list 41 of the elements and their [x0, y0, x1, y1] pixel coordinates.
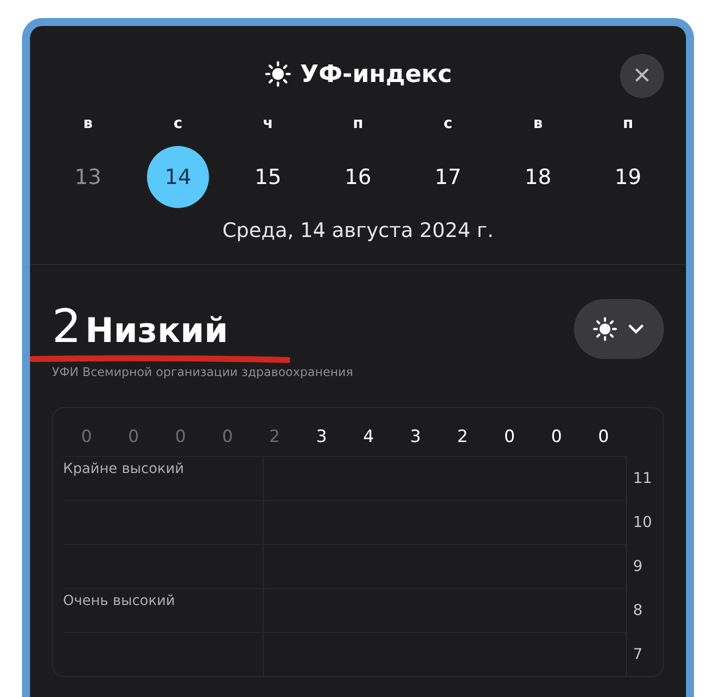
hourly-value: 3	[316, 427, 327, 447]
weekday-label: в	[83, 114, 93, 132]
hourly-value: 2	[269, 427, 280, 447]
hourly-value: 0	[504, 427, 515, 447]
hourly-value: 0	[81, 427, 92, 447]
axis-tick: 11	[632, 469, 654, 487]
hourly-value: 0	[128, 427, 139, 447]
hourly-value: 2	[457, 427, 468, 447]
hourly-value: 0	[598, 427, 609, 447]
uv-level: Низкий	[85, 311, 228, 351]
sun-icon	[264, 60, 292, 88]
hourly-value: 3	[410, 427, 421, 447]
weekday-label: п	[622, 114, 634, 132]
axis-tick: 9	[632, 557, 644, 575]
band-label: Крайне высокий	[63, 460, 185, 477]
hourly-value: 0	[222, 427, 233, 447]
weekday-label: с	[174, 114, 182, 132]
calendar-day[interactable]: 18	[507, 146, 569, 208]
window-title: УФ-индекс	[300, 60, 452, 88]
axis-tick: 7	[632, 645, 644, 663]
uv-value: 2	[52, 299, 82, 353]
weekday-label: в	[533, 114, 543, 132]
weekday-label: с	[444, 114, 452, 132]
weekday-label: п	[352, 114, 364, 132]
hourly-value: 4	[363, 427, 374, 447]
hourly-value: 0	[175, 427, 186, 447]
axis-tick: 8	[632, 601, 644, 619]
sun-icon	[592, 316, 618, 342]
selected-date: Среда, 14 августа 2024 г.	[222, 218, 494, 242]
weekday-label: ч	[262, 114, 274, 132]
band-label: Очень высокий	[63, 592, 176, 609]
calendar-day[interactable]: 16	[327, 146, 389, 208]
calendar-day[interactable]: 13	[57, 146, 119, 208]
calendar-day[interactable]: 14	[147, 146, 209, 208]
calendar-day[interactable]: 17	[417, 146, 479, 208]
close-button[interactable]: ×	[620, 54, 664, 98]
hourly-value: 0	[551, 427, 562, 447]
calendar-day[interactable]: 15	[237, 146, 299, 208]
source-caption: УФИ Всемирной организации здравоохранения	[52, 365, 354, 379]
calendar-day[interactable]: 19	[597, 146, 659, 208]
axis-tick: 10	[632, 513, 654, 531]
